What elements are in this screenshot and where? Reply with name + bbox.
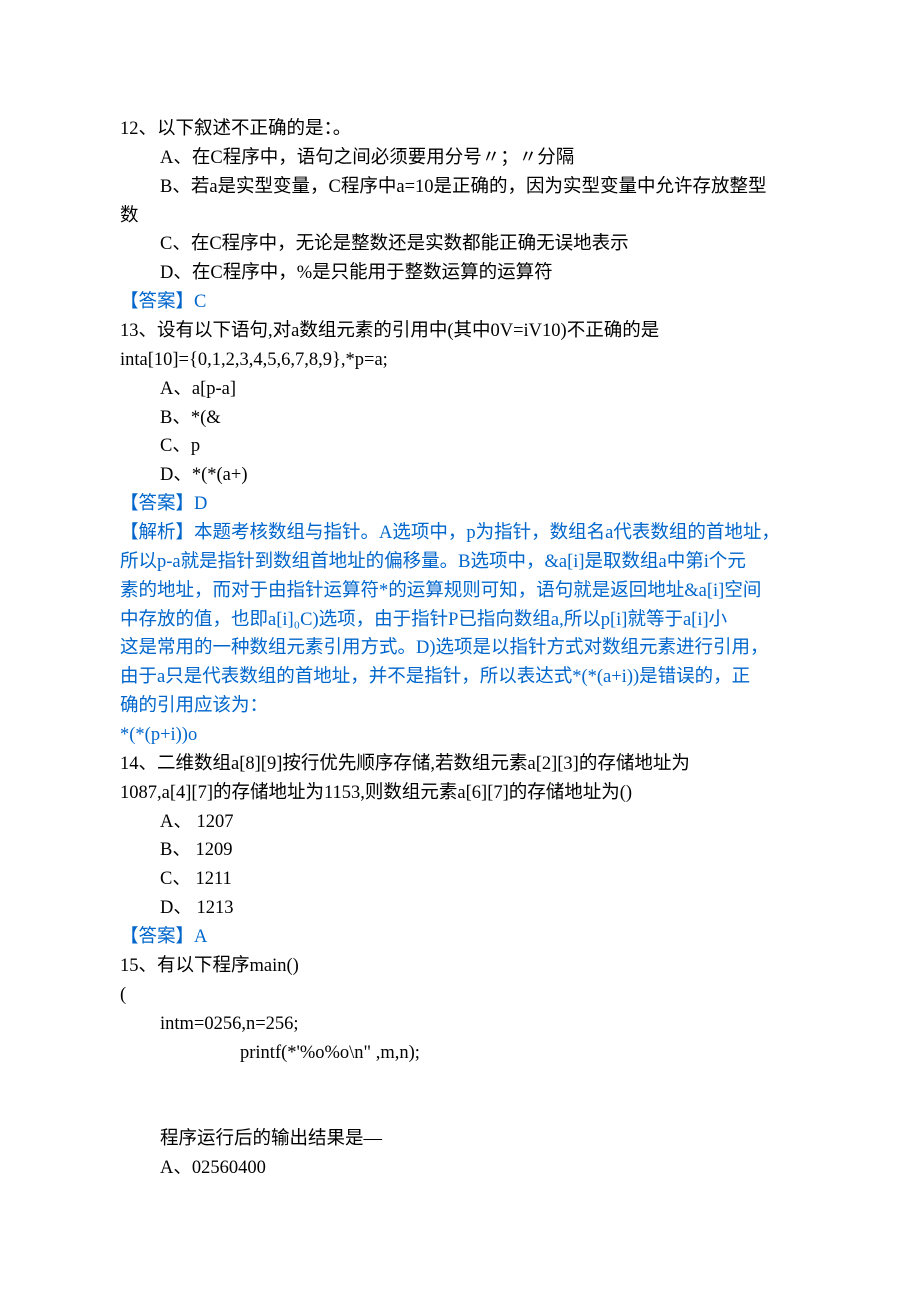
q14-stem-line2: 1087,a[4][7]的存储地址为1153,则数组元素a[6][7]的存储地址… <box>120 779 800 808</box>
q12-option-b-part1: B、若a是实型变量，C程序中a=10是正确的，因为实型变量中允许存放整型 <box>120 173 800 202</box>
q12-option-a: A、在C程序中，语句之间必须要用分号〃；〃分隔 <box>120 144 800 173</box>
q13-analysis-l7: 确的引用应该为： <box>120 692 800 721</box>
q13-analysis-l8: *(*(p+i))o <box>120 721 800 750</box>
q15-stem: 15、有以下程序main() <box>120 952 800 981</box>
q13-analysis-l3: 素的地址，而对于由指针运算符*的运算规则可知，语句就是返回地址&a[i]空间 <box>120 577 800 606</box>
q12-answer: 【答案】C <box>120 288 800 317</box>
q14-answer: 【答案】A <box>120 923 800 952</box>
q14-option-d: D、 1213 <box>120 894 800 923</box>
q13-analysis-l6: 由于a只是代表数组的首地址，并不是指针，所以表达式*(*(a+i))是错误的，正 <box>120 663 800 692</box>
q13-option-c: C、p <box>120 432 800 461</box>
q13-option-a: A、a[p-a] <box>120 375 800 404</box>
q15-code-l1: intm=0256,n=256; <box>120 1010 800 1039</box>
q13-stem-line2: inta[10]={0,1,2,3,4,5,6,7,8,9},*p=a; <box>120 346 800 375</box>
q13-analysis-l2: 所以p-a就是指针到数组首地址的偏移量。B选项中，&a[i]是取数组a中第i个元 <box>120 548 800 577</box>
q12-option-c: C、在C程序中，无论是整数还是实数都能正确无误地表示 <box>120 230 800 259</box>
q13-option-b: B、*(& <box>120 404 800 433</box>
q13-analysis-l4: 中存放的值，也即a[i]₀C)选项，由于指针P已指向数组a,所以p[i]就等于a… <box>120 606 800 635</box>
q15-brace: ( <box>120 981 800 1010</box>
q15-blank2 <box>120 1096 800 1125</box>
q13-analysis-l1: 【解析】本题考核数组与指针。A选项中，p为指针，数组名a代表数组的首地址， <box>120 519 800 548</box>
q13-stem-line1: 13、设有以下语句,对a数组元素的引用中(其中0V=iV10)不正确的是 <box>120 317 800 346</box>
q15-code-l2: printf(*'%o%o\n" ,m,n); <box>120 1039 800 1068</box>
document-page: 12、以下叙述不正确的是：。 A、在C程序中，语句之间必须要用分号〃；〃分隔 B… <box>0 0 920 1283</box>
q12-option-b-part2: 数 <box>120 202 800 231</box>
q12-option-d: D、在C程序中，%是只能用于整数运算的运算符 <box>120 259 800 288</box>
q14-stem-line1: 14、二维数组a[8][9]按行优先顺序存储,若数组元素a[2][3]的存储地址… <box>120 750 800 779</box>
q12-stem: 12、以下叙述不正确的是：。 <box>120 115 800 144</box>
q14-option-b: B、 1209 <box>120 836 800 865</box>
q14-option-c: C、 1211 <box>120 865 800 894</box>
q15-tail: 程序运行后的输出结果是— <box>120 1125 800 1154</box>
q13-option-d: D、*(*(a+) <box>120 461 800 490</box>
q14-option-a: A、 1207 <box>120 808 800 837</box>
q15-blank1 <box>120 1067 800 1096</box>
q15-option-a: A、02560400 <box>120 1154 800 1183</box>
q13-analysis-l5: 这是常用的一种数组元素引用方式。D)选项是以指针方式对数组元素进行引用， <box>120 634 800 663</box>
q13-answer: 【答案】D <box>120 490 800 519</box>
